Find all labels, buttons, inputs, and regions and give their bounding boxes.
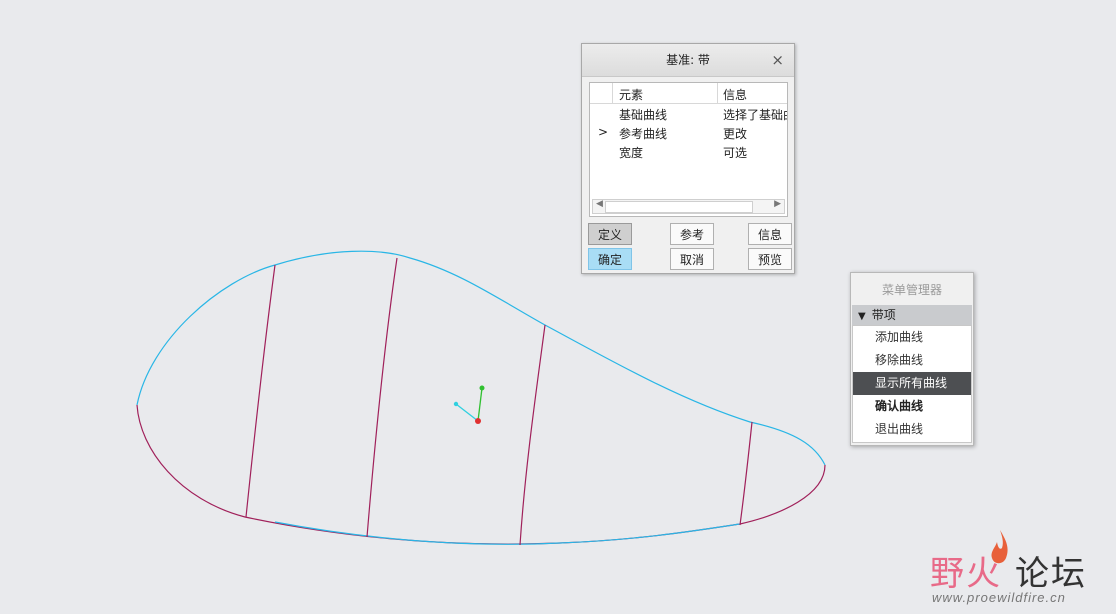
row-element: 宽度 [619,146,644,160]
menu-manager-title: 菜单管理器 [881,283,942,297]
table-header: 元素 信息 [590,83,787,104]
menu-item-list: 添加曲线 移除曲线 显示所有曲线 确认曲线 退出曲线 [852,325,972,443]
column-header-info[interactable]: 信息 [723,86,747,103]
horizontal-scrollbar[interactable]: ◀ ▶ [592,199,785,214]
close-icon[interactable]: × [771,44,784,76]
boundary-curve-top[interactable] [136,250,826,466]
menu-manager: 菜单管理器 ▼ 带项 添加曲线 移除曲线 显示所有曲线 确认曲线 退出曲线 [850,272,974,446]
preview-button[interactable]: 预览 [748,248,792,270]
scroll-left-icon[interactable]: ◀ [596,199,603,209]
element-table: 元素 信息 基础曲线 选择了基础曲 > 参考曲线 更改 宽度 可选 ◀ ▶ [589,82,788,217]
cancel-button[interactable]: 取消 [670,248,714,270]
menu-item-confirm-curve[interactable]: 确认曲线 [853,395,971,418]
coordinate-triad-icon [453,385,485,424]
row-info: 可选 [723,146,748,160]
triangle-down-icon: ▼ [858,311,866,322]
band-line-3[interactable] [519,324,546,546]
watermark-url: www.proewildfire.cn [932,590,1066,605]
dialog-title-bar[interactable]: 基准: 带 × [582,44,794,77]
boundary-curve-bottom[interactable] [136,404,826,545]
datum-band-dialog: 基准: 带 × 元素 信息 基础曲线 选择了基础曲 > 参考曲线 更改 宽度 可… [581,43,795,274]
table-row[interactable]: > 参考曲线 更改 [590,123,787,142]
menu-item-show-all-curves[interactable]: 显示所有曲线 [853,372,971,395]
band-line-1[interactable] [245,264,276,518]
boundary-curve-bottom-mid[interactable] [274,521,741,545]
dialog-title: 基准: 带 [666,53,710,67]
ok-button[interactable]: 确定 [588,248,632,270]
menu-item-add-curve[interactable]: 添加曲线 [853,326,971,349]
header-marker-cell [590,83,613,103]
row-info: 更改 [723,127,748,141]
column-header-element[interactable]: 元素 [619,86,643,103]
table-row[interactable]: 宽度 可选 [590,142,787,161]
row-element: 基础曲线 [619,108,668,122]
table-row[interactable]: 基础曲线 选择了基础曲 [590,104,787,123]
menu-section-label: 带项 [871,308,896,322]
info-button[interactable]: 信息 [748,223,792,245]
menu-section-band-items[interactable]: ▼ 带项 [852,305,972,325]
reference-button[interactable]: 参考 [670,223,714,245]
watermark-brand-1: 野火 [930,554,1002,594]
row-marker: > [598,125,609,139]
scroll-right-icon[interactable]: ▶ [774,199,781,209]
band-line-4[interactable] [739,421,753,526]
row-info: 选择了基础曲 [723,108,787,122]
band-line-2[interactable] [366,257,398,538]
menu-item-quit-curve[interactable]: 退出曲线 [853,418,971,441]
row-element: 参考曲线 [619,127,668,141]
scroll-thumb[interactable] [605,201,753,213]
watermark-brand-2: 论坛 [1015,554,1087,594]
menu-item-remove-curve[interactable]: 移除曲线 [853,349,971,372]
define-button[interactable]: 定义 [588,223,632,245]
